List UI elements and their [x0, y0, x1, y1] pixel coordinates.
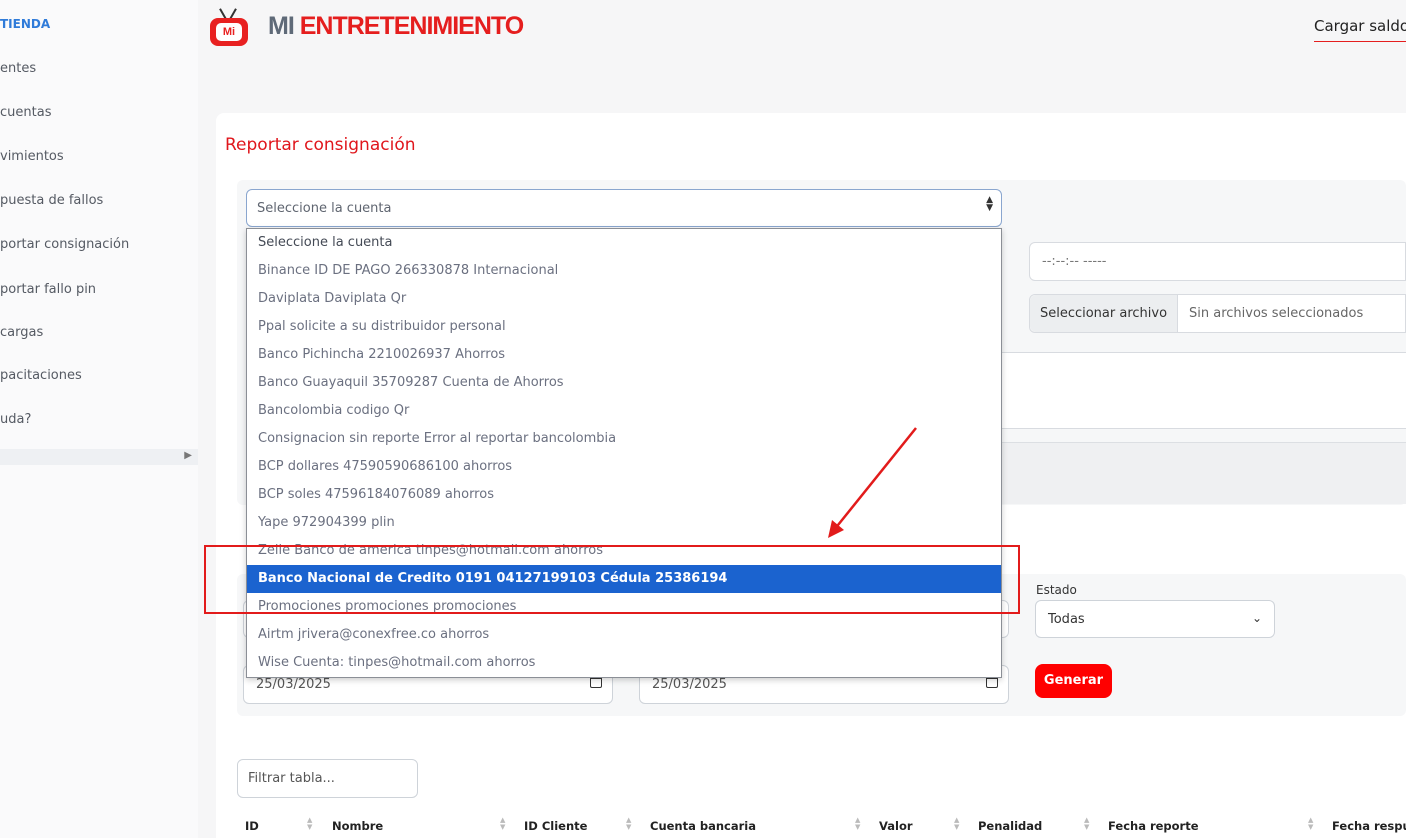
date-from-value: 25/03/2025: [256, 677, 331, 692]
notes-textarea[interactable]: [1000, 352, 1406, 429]
time-input[interactable]: --:--:-- -----: [1029, 242, 1406, 281]
estado-select[interactable]: Todas ⌄: [1035, 600, 1275, 638]
form-footer-bar: [1000, 442, 1406, 504]
column-header-cuenta-bancaria[interactable]: Cuenta bancaria: [650, 819, 756, 833]
brand-mi: MI: [268, 12, 295, 40]
dropdown-option[interactable]: Airtm jrivera@conexfree.co ahorros: [247, 621, 1001, 649]
sort-icon[interactable]: ▲ ▼: [500, 817, 505, 831]
sort-icon[interactable]: ▲ ▼: [1308, 817, 1313, 831]
annotation-arrow-icon: [828, 427, 917, 538]
file-input[interactable]: Seleccionar archivo Sin archivos selecci…: [1029, 294, 1406, 333]
column-header-id[interactable]: ID: [245, 819, 259, 833]
sidebar-item-reportar-fallo-pin[interactable]: portar fallo pin: [0, 282, 96, 297]
column-header-penalidad[interactable]: Penalidad: [978, 819, 1042, 833]
column-header-fecha-respuesta[interactable]: Fecha respue: [1332, 819, 1406, 833]
sidebar-item-movimientos[interactable]: vimientos: [0, 149, 64, 164]
sidebar-item-capacitaciones[interactable]: pacitaciones: [0, 368, 82, 383]
sidebar: TIENDA entes cuentas vimientos puesta de…: [0, 0, 198, 838]
sidebar-item-respuesta-fallos[interactable]: puesta de fallos: [0, 193, 103, 208]
column-header-fecha-reporte[interactable]: Fecha reporte: [1108, 819, 1199, 833]
sidebar-item-clientes[interactable]: entes: [0, 61, 36, 76]
account-select[interactable]: Seleccione la cuenta ▲ ▼: [246, 189, 1002, 227]
filter-table-input[interactable]: Filtrar tabla...: [237, 759, 418, 798]
file-status: Sin archivos seleccionados: [1189, 306, 1364, 321]
dropdown-option[interactable]: Ppal solicite a su distribuidor personal: [247, 313, 1001, 341]
brand-name: MI ENTRETENIMIENTO: [268, 12, 524, 41]
sidebar-item-tienda[interactable]: TIENDA: [0, 17, 50, 31]
logo[interactable]: Mi: [208, 8, 250, 48]
brand-entretenimiento: ENTRETENIMIENTO: [299, 12, 524, 40]
cargar-saldo-link[interactable]: Cargar saldo: [1314, 17, 1406, 35]
sort-icon[interactable]: ▲ ▼: [626, 817, 631, 831]
sidebar-item-ayuda[interactable]: uda?: [0, 412, 31, 427]
column-header-valor[interactable]: Valor: [879, 819, 913, 833]
dropdown-option[interactable]: Wise Cuenta: tinpes@hotmail.com ahorros: [247, 649, 1001, 677]
select-arrows-icon: ▲ ▼: [986, 195, 993, 213]
generar-button[interactable]: Generar: [1035, 664, 1112, 698]
select-file-button[interactable]: Seleccionar archivo: [1030, 295, 1178, 332]
account-select-value: Seleccione la cuenta: [257, 201, 392, 216]
tv-icon: Mi: [210, 18, 248, 46]
date-to-value: 25/03/2025: [652, 677, 727, 692]
logo-text: Mi: [216, 23, 242, 41]
sidebar-collapse-bar[interactable]: ▶: [0, 449, 198, 465]
sort-icon[interactable]: ▲ ▼: [855, 817, 860, 831]
column-header-id-cliente[interactable]: ID Cliente: [524, 819, 587, 833]
estado-label: Estado: [1036, 583, 1077, 597]
sidebar-item-reportar-consignacion[interactable]: portar consignación: [0, 237, 129, 252]
sort-icon[interactable]: ▲ ▼: [1084, 817, 1089, 831]
page-title: Reportar consignación: [225, 135, 416, 155]
column-header-nombre[interactable]: Nombre: [332, 819, 383, 833]
sort-icon[interactable]: ▲ ▼: [307, 817, 312, 831]
dropdown-option[interactable]: Seleccione la cuenta: [247, 229, 1001, 257]
estado-select-value: Todas: [1048, 612, 1085, 627]
dropdown-option[interactable]: Binance ID DE PAGO 266330878 Internacion…: [247, 257, 1001, 285]
dropdown-option[interactable]: Banco Pichincha 2210026937 Ahorros: [247, 341, 1001, 369]
dropdown-option[interactable]: Daviplata Daviplata Qr: [247, 285, 1001, 313]
dropdown-option[interactable]: Banco Guayaquil 35709287 Cuenta de Ahorr…: [247, 369, 1001, 397]
sidebar-item-cuentas[interactable]: cuentas: [0, 105, 51, 120]
cargar-saldo-underline: [1314, 41, 1406, 42]
sidebar-item-recargas[interactable]: cargas: [0, 325, 43, 340]
annotation-highlight-box: [204, 545, 1020, 614]
caret-right-icon: ▶: [184, 450, 192, 461]
chevron-down-icon: ⌄: [1251, 611, 1262, 625]
sort-icon[interactable]: ▲ ▼: [954, 817, 959, 831]
